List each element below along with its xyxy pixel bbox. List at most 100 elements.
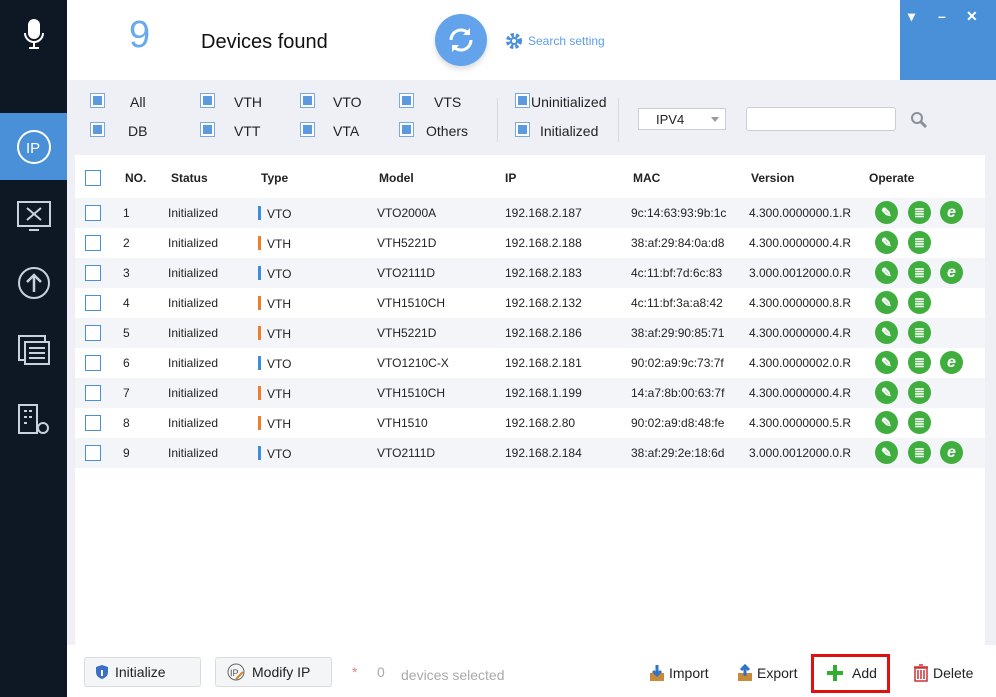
- edit-button[interactable]: ✎: [875, 291, 898, 314]
- pencil-icon: ✎: [881, 234, 892, 250]
- row-checkbox[interactable]: [85, 265, 101, 281]
- sidebar-item-upgrade[interactable]: [0, 249, 67, 316]
- filter-vth-checkbox[interactable]: [200, 93, 215, 108]
- document-icon: ≣: [914, 264, 925, 280]
- gear-icon: [506, 33, 522, 49]
- web-button[interactable]: e: [940, 351, 963, 374]
- minimize-button[interactable]: –: [938, 8, 946, 24]
- edit-button[interactable]: ✎: [875, 381, 898, 404]
- add-button[interactable]: Add: [826, 664, 877, 682]
- cell-mac: 90:02:a9:d8:48:fe: [631, 416, 725, 430]
- filter-others-checkbox[interactable]: [399, 122, 414, 137]
- sidebar-item-building-config[interactable]: [0, 386, 67, 453]
- filter-vts-checkbox[interactable]: [399, 93, 414, 108]
- row-checkbox[interactable]: [85, 415, 101, 431]
- cell-no: 5: [123, 326, 130, 340]
- edit-button[interactable]: ✎: [875, 201, 898, 224]
- row-checkbox[interactable]: [85, 325, 101, 341]
- close-button[interactable]: ✕: [966, 8, 978, 25]
- filter-uninitialized-checkbox[interactable]: [515, 93, 530, 108]
- modify-ip-button[interactable]: IP Modify IP: [215, 657, 332, 687]
- filter-others-label: Others: [426, 123, 469, 139]
- table-row[interactable]: 8 Initialized VTH VTH1510 192.168.2.80 9…: [75, 408, 985, 438]
- table-row[interactable]: 2 Initialized VTH VTH5221D 192.168.2.188…: [75, 228, 985, 258]
- table-header: NO. Status Type Model IP MAC Version Ope…: [75, 163, 985, 193]
- ip-version-select[interactable]: IPV4: [638, 108, 726, 130]
- sidebar-item-device-list[interactable]: [0, 316, 67, 383]
- pencil-icon: ✎: [881, 264, 892, 280]
- edit-button[interactable]: ✎: [875, 411, 898, 434]
- web-button[interactable]: e: [940, 261, 963, 284]
- import-button[interactable]: Import: [649, 664, 709, 682]
- cell-version: 4.300.0000000.8.R: [749, 296, 852, 310]
- select-all-checkbox[interactable]: [85, 170, 101, 186]
- cell-no: 9: [123, 446, 130, 460]
- sidebar-item-config-tool[interactable]: [0, 182, 67, 249]
- filter-vto-checkbox[interactable]: [300, 93, 315, 108]
- details-button[interactable]: ≣: [908, 351, 931, 374]
- row-checkbox[interactable]: [85, 385, 101, 401]
- search-setting-link[interactable]: Search setting: [505, 32, 605, 50]
- bottom-toolbar: Initialize IP Modify IP * 0 devices selec…: [67, 645, 996, 697]
- details-button[interactable]: ≣: [908, 441, 931, 464]
- details-button[interactable]: ≣: [908, 381, 931, 404]
- web-button[interactable]: e: [940, 201, 963, 224]
- table-row[interactable]: 6 Initialized VTO VTO1210C-X 192.168.2.1…: [75, 348, 985, 378]
- sidebar-item-ip-search[interactable]: IP: [0, 113, 67, 180]
- type-color-bar: [258, 326, 261, 340]
- search-icon[interactable]: [910, 111, 928, 129]
- cell-type: VTO: [258, 206, 291, 221]
- pencil-icon: ✎: [881, 414, 892, 430]
- filter-panel: All DB VTH VTT VTO VTA VTS Others Uninit…: [67, 80, 996, 155]
- details-button[interactable]: ≣: [908, 291, 931, 314]
- details-button[interactable]: ≣: [908, 201, 931, 224]
- table-row[interactable]: 9 Initialized VTO VTO2111D 192.168.2.184…: [75, 438, 985, 468]
- cell-mac: 4c:11:bf:3a:a8:42: [631, 296, 723, 310]
- filter-vtt-checkbox[interactable]: [200, 122, 215, 137]
- sidebar-item-intercom[interactable]: [0, 0, 67, 67]
- edit-button[interactable]: ✎: [875, 441, 898, 464]
- table-row[interactable]: 4 Initialized VTH VTH1510CH 192.168.2.13…: [75, 288, 985, 318]
- filter-initialized-checkbox[interactable]: [515, 122, 530, 137]
- cell-no: 2: [123, 236, 130, 250]
- search-input[interactable]: [746, 107, 896, 131]
- details-button[interactable]: ≣: [908, 261, 931, 284]
- row-checkbox[interactable]: [85, 445, 101, 461]
- edit-button[interactable]: ✎: [875, 261, 898, 284]
- chevron-down-icon: [711, 117, 719, 126]
- table-row[interactable]: 7 Initialized VTH VTH1510CH 192.168.1.19…: [75, 378, 985, 408]
- row-checkbox[interactable]: [85, 205, 101, 221]
- web-button[interactable]: e: [940, 441, 963, 464]
- table-row[interactable]: 5 Initialized VTH VTH5221D 192.168.2.186…: [75, 318, 985, 348]
- menu-button[interactable]: ▾: [908, 8, 915, 25]
- export-button[interactable]: Export: [737, 664, 797, 682]
- initialize-button[interactable]: Initialize: [84, 657, 201, 687]
- details-button[interactable]: ≣: [908, 411, 931, 434]
- table-row[interactable]: 1 Initialized VTO VTO2000A 192.168.2.187…: [75, 198, 985, 228]
- details-button[interactable]: ≣: [908, 231, 931, 254]
- microphone-icon: [23, 18, 44, 49]
- row-checkbox[interactable]: [85, 355, 101, 371]
- table-row[interactable]: 3 Initialized VTO VTO2111D 192.168.2.183…: [75, 258, 985, 288]
- refresh-button[interactable]: [435, 14, 487, 66]
- cell-mac: 90:02:a9:9c:73:7f: [631, 356, 724, 370]
- details-button[interactable]: ≣: [908, 321, 931, 344]
- filter-all-checkbox[interactable]: [90, 93, 105, 108]
- edit-button[interactable]: ✎: [875, 231, 898, 254]
- filter-db-checkbox[interactable]: [90, 122, 105, 137]
- filter-vta-checkbox[interactable]: [300, 122, 315, 137]
- pencil-icon: ✎: [881, 444, 892, 460]
- row-checkbox[interactable]: [85, 235, 101, 251]
- type-color-bar: [258, 236, 261, 250]
- cell-model: VTH1510CH: [377, 296, 446, 310]
- cell-ip: 192.168.2.184: [505, 446, 582, 460]
- delete-button[interactable]: Delete: [913, 664, 973, 682]
- edit-button[interactable]: ✎: [875, 321, 898, 344]
- cell-type: VTH: [258, 386, 291, 401]
- edit-button[interactable]: ✎: [875, 351, 898, 374]
- cell-version: 4.300.0000000.5.R: [749, 416, 852, 430]
- document-icon: ≣: [914, 444, 925, 460]
- cell-type-label: VTH: [267, 327, 291, 341]
- row-checkbox[interactable]: [85, 295, 101, 311]
- cell-type-label: VTH: [267, 237, 291, 251]
